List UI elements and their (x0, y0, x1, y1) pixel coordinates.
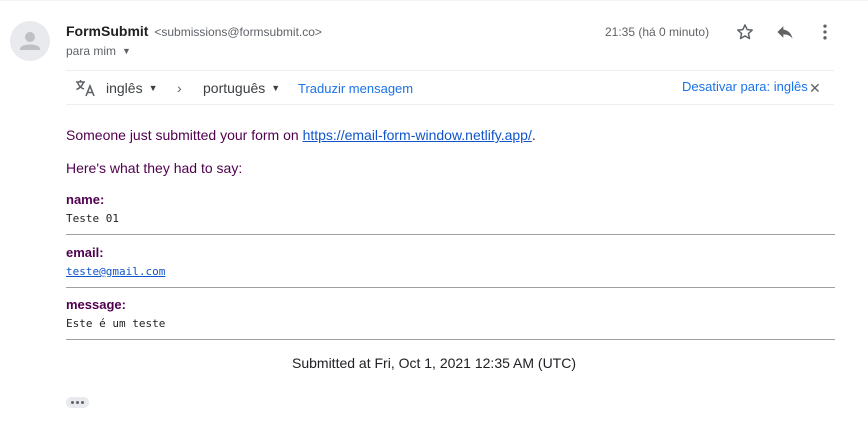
chevron-right-icon: › (177, 80, 182, 96)
recipient-dropdown[interactable]: para mim ▼ (66, 44, 131, 58)
intro-text-label: Someone just submitted your form on (66, 127, 303, 143)
target-language-dropdown[interactable]: português ▼ (203, 80, 280, 96)
subtitle-text: Here's what they had to say: (66, 160, 243, 176)
reply-icon (777, 26, 793, 39)
intro-text: Someone just submitted your form on http… (66, 127, 536, 143)
star-icon (737, 24, 753, 40)
field-label: name: (66, 192, 105, 207)
target-language-label: português (203, 80, 266, 96)
field-name: name: Teste 01 (66, 192, 835, 235)
more-horiz-icon (70, 401, 85, 404)
field-label: email: (66, 245, 104, 260)
timestamp: 21:35 (há 0 minuto) (605, 25, 710, 39)
field-label: message: (66, 297, 126, 312)
field-message: message: Este é um teste (66, 297, 835, 340)
caret-down-icon: ▼ (148, 83, 158, 93)
disable-translation-link[interactable]: Desativar para: inglês (682, 79, 808, 94)
field-email: email: teste@gmail.com (66, 245, 835, 288)
avatar[interactable] (10, 21, 50, 61)
recipient-label: para mim (66, 44, 117, 58)
email-link[interactable]: teste@gmail.com (66, 265, 165, 278)
form-url-link[interactable]: https://email-form-window.netlify.app/ (303, 127, 532, 143)
reply-button[interactable] (773, 20, 797, 44)
top-divider (0, 0, 868, 1)
close-icon[interactable]: ✕ (809, 80, 821, 97)
source-language-label: inglês (106, 80, 143, 96)
translate-bar: inglês ▼ › português ▼ Traduzir mensagem D… (66, 70, 834, 105)
field-value: Este é um teste (66, 317, 166, 330)
show-trimmed-content-button[interactable] (66, 397, 89, 408)
intro-text-end: . (531, 127, 536, 143)
submitted-at-text: Submitted at Fri, Oct 1, 2021 12:35 AM (… (292, 355, 576, 371)
caret-down-icon: ▼ (122, 46, 131, 56)
source-language-dropdown[interactable]: inglês ▼ (106, 80, 158, 96)
more-vert-icon (823, 24, 827, 40)
sender-line: FormSubmit <submissions@formsubmit.co> (66, 23, 322, 39)
more-options-button[interactable] (813, 20, 837, 44)
field-value: Teste 01 (66, 212, 119, 225)
sender-email: <submissions@formsubmit.co> (154, 25, 322, 39)
person-icon (20, 32, 40, 50)
star-button[interactable] (733, 20, 757, 44)
caret-down-icon: ▼ (271, 83, 281, 93)
sender-name: FormSubmit (66, 23, 149, 39)
translate-message-link[interactable]: Traduzir mensagem (298, 81, 413, 96)
translate-icon (76, 80, 95, 97)
